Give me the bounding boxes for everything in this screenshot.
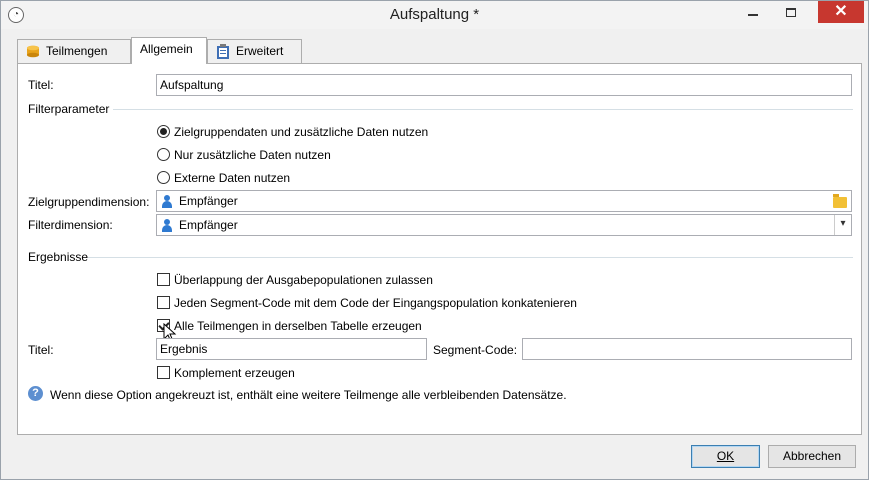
filter-dimension-value: Empfänger	[179, 218, 238, 232]
minimize-icon	[748, 14, 758, 16]
recipient-icon	[162, 219, 172, 232]
help-text: Wenn diese Option angekreuzt ist, enthäl…	[50, 388, 567, 402]
checkbox-label: Jeden Segment-Code mit dem Code der Eing…	[174, 296, 577, 310]
radio-label: Nur zusätzliche Daten nutzen	[174, 148, 331, 162]
tab-erweitert[interactable]: Erweitert	[207, 39, 302, 63]
segment-code-field[interactable]	[522, 338, 852, 360]
checkbox-label: Komplement erzeugen	[174, 366, 295, 380]
segment-code-label: Segment-Code:	[433, 343, 518, 357]
tab-panel: Titel: Aufspaltung Filterparameter Zielg…	[17, 63, 862, 435]
close-button[interactable]: ✕	[818, 1, 864, 23]
cancel-label: Abbrechen	[782, 449, 842, 463]
radio-label: Zielgruppendaten und zusätzliche Daten n…	[174, 125, 429, 139]
minimize-button[interactable]	[739, 1, 767, 23]
checkbox-allow-overlap[interactable]	[157, 273, 170, 286]
radio-additional-only[interactable]	[157, 148, 170, 161]
title-label: Titel:	[28, 78, 54, 92]
cancel-button[interactable]: Abbrechen	[768, 445, 856, 468]
checkbox-concatenate-code[interactable]	[157, 296, 170, 309]
chevron-down-icon[interactable]: ▾	[834, 215, 851, 235]
dialog-window: ◔ Aufspaltung * ✕ Teilmengen Allgemein E…	[0, 0, 869, 480]
filter-group-label: Filterparameter	[28, 102, 110, 116]
checkbox-label: Überlappung der Ausgabepopulationen zula…	[174, 273, 433, 287]
ok-label: OK	[716, 449, 735, 463]
recipient-icon	[162, 195, 172, 208]
title-bar: ◔ Aufspaltung * ✕	[1, 1, 868, 29]
filter-dimension-label: Filterdimension:	[28, 218, 113, 232]
checkbox-label: Alle Teilmengen in derselben Tabelle erz…	[174, 319, 422, 333]
target-dimension-label: Zielgruppendimension:	[28, 195, 150, 209]
window-title: Aufspaltung *	[389, 6, 480, 23]
maximize-icon	[786, 8, 796, 17]
help-icon: ?	[28, 386, 43, 401]
folder-icon[interactable]	[833, 194, 847, 208]
results-group-label: Ergebnisse	[28, 250, 89, 264]
target-dimension-field[interactable]: Empfänger	[156, 190, 852, 212]
filter-dimension-select[interactable]: Empfänger ▾	[156, 214, 852, 236]
result-title-label: Titel:	[28, 343, 54, 357]
radio-label: Externe Daten nutzen	[174, 171, 291, 185]
tab-label: Allgemein	[140, 42, 193, 56]
tab-label: Erweitert	[236, 44, 284, 58]
radio-external-data[interactable]	[157, 171, 170, 184]
group-divider	[113, 109, 853, 110]
title-field[interactable]: Aufspaltung	[156, 74, 852, 96]
result-title-field[interactable]: Ergebnis	[156, 338, 427, 360]
radio-target-and-additional[interactable]	[157, 125, 170, 138]
clipboard-icon	[217, 44, 229, 60]
maximize-button[interactable]	[777, 1, 805, 23]
group-divider	[88, 257, 853, 258]
tab-allgemein[interactable]: Allgemein	[131, 37, 207, 64]
checkbox-complement[interactable]	[157, 366, 170, 379]
ok-button[interactable]: OK	[691, 445, 760, 468]
database-icon	[27, 45, 39, 58]
target-dimension-value: Empfänger	[179, 194, 238, 208]
tab-label: Teilmengen	[46, 44, 108, 58]
close-icon: ✕	[834, 3, 848, 20]
tab-teilmengen[interactable]: Teilmengen	[17, 39, 131, 63]
